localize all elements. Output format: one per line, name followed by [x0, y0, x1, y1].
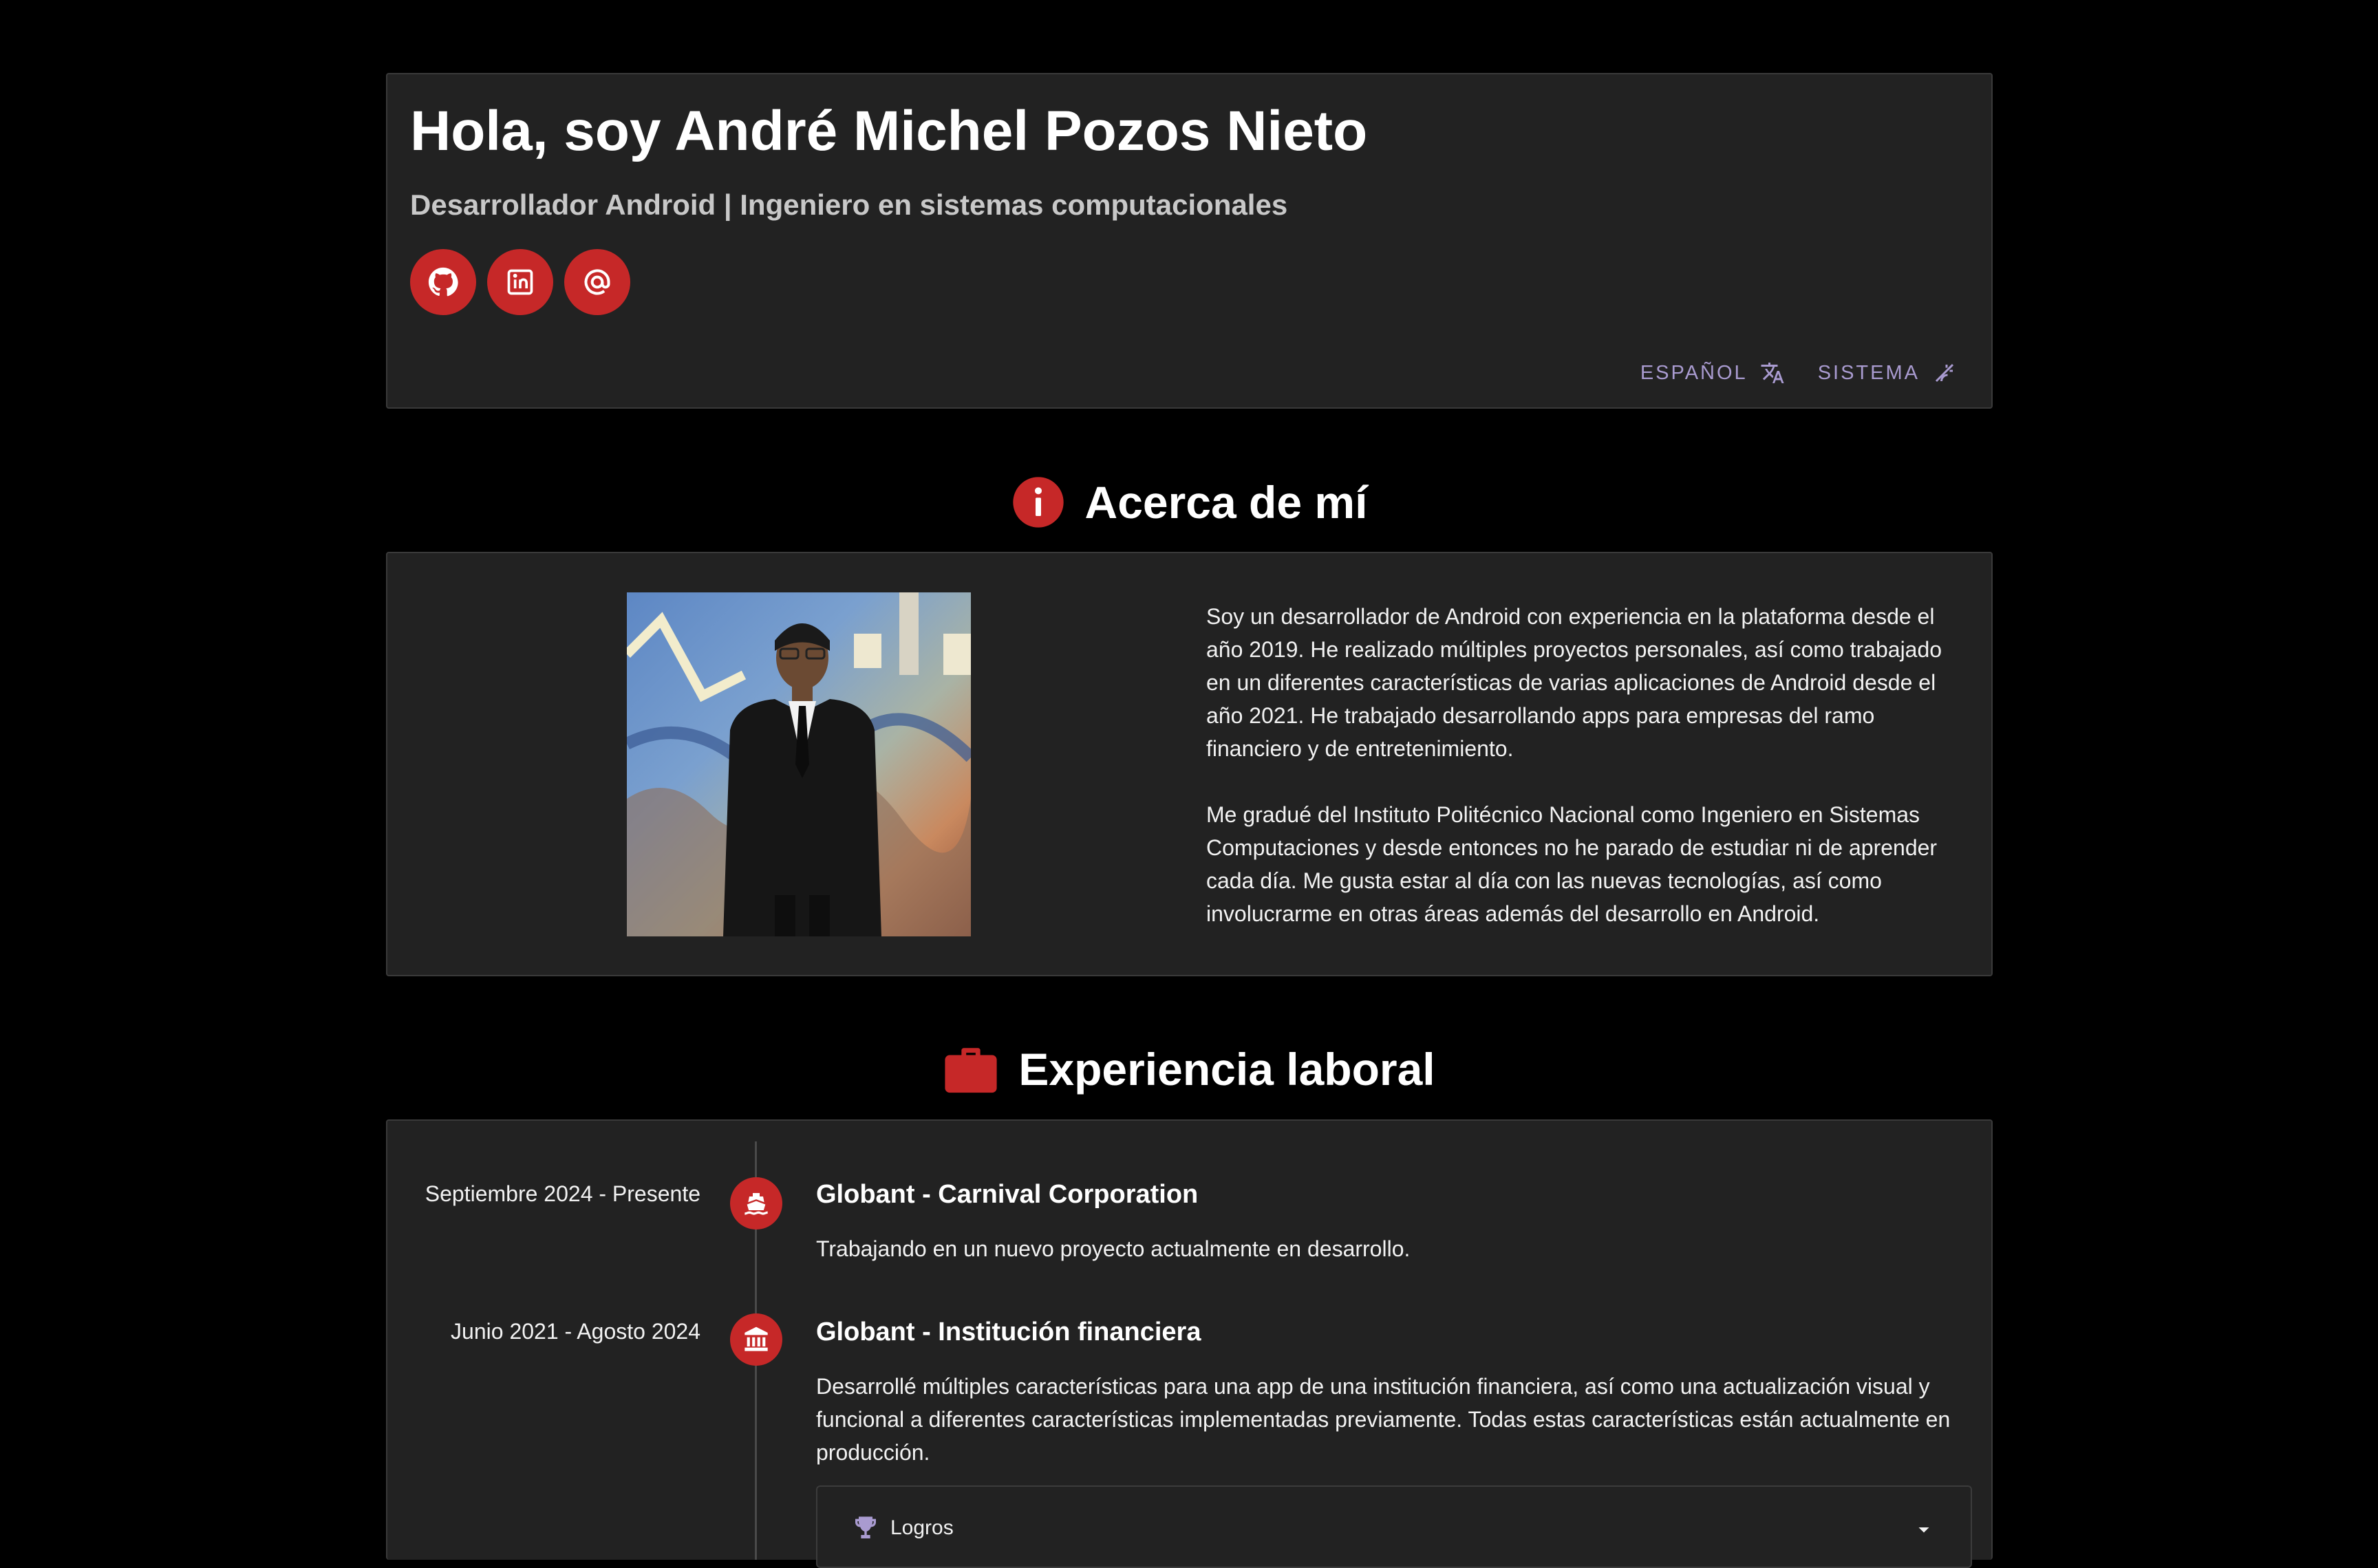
chevron-down-icon — [1918, 1527, 1929, 1533]
linkedin-icon — [507, 269, 533, 295]
language-button[interactable]: ESPAÑOL — [1640, 361, 1785, 385]
about-heading-text: Acerca de mí — [1084, 477, 1368, 528]
about-section-heading: Acerca de mí — [0, 468, 2378, 537]
about-paragraph-1: Soy un desarrollador de Android con expe… — [1206, 604, 1942, 761]
preferences-bar: ESPAÑOL SISTEMA — [1640, 361, 1957, 385]
timeline-title-2: Globant - Institución financiera — [816, 1318, 1201, 1346]
timeline-dot-2 — [730, 1313, 782, 1366]
profile-photo — [627, 592, 971, 936]
page-subtitle: Desarrollador Android | Ingeniero en sis… — [410, 189, 1288, 221]
timeline-date-1: Septiembre 2024 - Presente — [425, 1181, 700, 1206]
ship-icon — [745, 1193, 768, 1215]
timeline-description-1: Trabajando en un nuevo proyecto actualme… — [816, 1236, 1411, 1261]
briefcase-icon — [943, 1042, 999, 1096]
email-button[interactable] — [564, 249, 630, 315]
trophy-icon — [855, 1516, 876, 1538]
experience-heading-text: Experiencia laboral — [1018, 1044, 1435, 1095]
bank-icon — [745, 1327, 768, 1351]
about-card: Soy un desarrollador de Android con expe… — [386, 552, 1993, 976]
theme-auto-icon — [1935, 363, 1954, 383]
translate-icon — [1761, 363, 1784, 383]
timeline-description-2: Desarrollé múltiples características par… — [816, 1374, 1951, 1465]
social-links — [410, 249, 630, 315]
experience-section-heading: Experiencia laboral — [0, 1035, 2378, 1104]
header-card: Hola, soy André Michel Pozos Nieto Desar… — [386, 73, 1993, 409]
achievements-label: Logros — [890, 1516, 954, 1539]
timeline-title-1: Globant - Carnival Corporation — [816, 1180, 1199, 1209]
info-icon — [1011, 475, 1066, 530]
achievements-accordion[interactable]: Logros — [816, 1485, 1972, 1568]
github-button[interactable] — [410, 249, 476, 315]
language-label: ESPAÑOL — [1640, 361, 1748, 384]
at-sign-icon — [584, 269, 610, 295]
timeline-dot-1 — [730, 1177, 782, 1229]
page-title: Hola, soy André Michel Pozos Nieto — [410, 100, 1368, 162]
theme-label: SISTEMA — [1817, 361, 1920, 384]
timeline-date-2: Junio 2021 - Agosto 2024 — [451, 1319, 700, 1344]
about-paragraph-2: Me gradué del Instituto Politécnico Naci… — [1206, 802, 1938, 926]
about-text: Soy un desarrollador de Android con expe… — [1206, 600, 1963, 930]
linkedin-button[interactable] — [487, 249, 553, 315]
github-icon — [428, 267, 458, 297]
experience-card: Septiembre 2024 - Presente Globant - Car… — [386, 1119, 1993, 1568]
theme-button[interactable]: SISTEMA — [1818, 361, 1957, 385]
achievements-label-row: Logros — [852, 1514, 954, 1542]
